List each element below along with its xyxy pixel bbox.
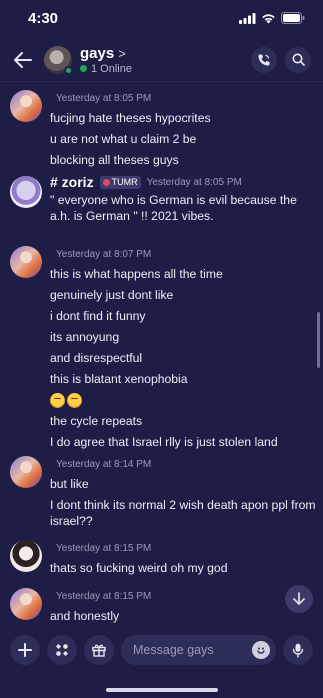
message-list[interactable]: Yesterday at 8:05 PM fucjing hate theses… <box>0 82 323 630</box>
microphone-icon <box>292 643 304 658</box>
message-text: and disrespectful <box>50 351 143 365</box>
status-time: 4:30 <box>28 9 59 27</box>
home-indicator <box>106 688 218 692</box>
tag-icon <box>102 178 110 186</box>
message-text: the cycle repeats <box>50 414 143 429</box>
message-text: blocking all theses guys <box>50 153 179 167</box>
user-avatar[interactable] <box>10 90 42 122</box>
search-button[interactable] <box>285 46 311 73</box>
message-text: and honestly <box>50 609 120 623</box>
user-avatar[interactable] <box>10 246 42 278</box>
arrow-left-icon <box>14 51 32 68</box>
username[interactable]: # zoriz <box>50 174 94 190</box>
message-timestamp: Yesterday at 8:05 PM <box>56 92 152 104</box>
online-status-dot <box>64 65 73 75</box>
message-timestamp: Yesterday at 8:15 PM <box>56 590 152 602</box>
user-avatar[interactable] <box>10 588 42 620</box>
message-text: its annoyung <box>50 330 120 344</box>
message-text: I dont think its normal 2 wish death apo… <box>50 498 316 528</box>
phone-icon <box>258 54 270 65</box>
message-text: u are not what u claim 2 be <box>50 132 197 146</box>
message-text: this is blatant xenophobia <box>50 372 188 386</box>
smile-icon <box>257 647 265 654</box>
voice-message-button[interactable] <box>283 635 313 665</box>
signal-icon <box>239 12 256 24</box>
server-tag[interactable]: TUMR <box>99 175 141 189</box>
flushed-face-emoji-icon <box>67 393 82 409</box>
message-timestamp: Yesterday at 8:15 PM <box>56 542 152 554</box>
group-avatar[interactable] <box>44 45 73 75</box>
message-timestamp: Yesterday at 8:07 PM <box>56 248 152 260</box>
message-text: this is what happens all the time <box>50 267 223 281</box>
message-text: genuinely just dont like <box>50 288 174 302</box>
battery-icon <box>281 12 305 24</box>
wifi-icon <box>262 13 275 23</box>
status-icons <box>239 12 305 24</box>
message-timestamp: Yesterday at 8:05 PM <box>146 176 242 188</box>
user-avatar[interactable] <box>10 176 42 208</box>
emoji-picker-button[interactable] <box>252 641 270 659</box>
tag-label: TUMR <box>111 177 138 187</box>
flushed-face-emoji-icon <box>50 393 65 409</box>
arrow-down-icon <box>293 592 305 605</box>
scrollbar[interactable] <box>317 312 320 368</box>
apps-button[interactable] <box>47 635 77 665</box>
message-text: but like <box>50 477 89 491</box>
message-text: fucjing hate theses hypocrites <box>50 111 211 125</box>
gift-button[interactable] <box>84 635 114 665</box>
online-dot-icon <box>80 65 87 72</box>
message-text: " everyone who is German is evil because… <box>50 193 297 223</box>
online-count: 1 Online <box>91 62 132 75</box>
attach-button[interactable] <box>10 635 40 665</box>
jump-to-present-button[interactable] <box>285 585 313 613</box>
channel-title-block[interactable]: gays > 1 Online <box>80 45 132 75</box>
user-avatar[interactable] <box>10 456 42 488</box>
status-bar: 4:30 <box>0 0 323 36</box>
channel-header: gays > 1 Online <box>0 38 323 82</box>
voice-call-button[interactable] <box>251 46 277 73</box>
user-avatar[interactable] <box>10 540 42 572</box>
search-icon <box>292 53 305 66</box>
message-input-placeholder: Message gays <box>133 643 214 657</box>
chevron-right-icon: > <box>118 45 126 61</box>
message-text: I do agree that Israel rlly is just stol… <box>50 435 278 450</box>
message-input[interactable]: Message gays <box>121 635 276 665</box>
emoji-message <box>50 392 318 409</box>
message-text: i dont find it funny <box>50 309 146 323</box>
channel-title: gays <box>80 44 115 62</box>
back-button[interactable] <box>12 49 34 71</box>
message-text: thats so fucking weird oh my god <box>50 561 228 575</box>
plus-icon <box>18 643 32 657</box>
message-timestamp: Yesterday at 8:14 PM <box>56 458 152 470</box>
apps-icon <box>56 644 68 656</box>
gift-icon <box>92 644 106 657</box>
